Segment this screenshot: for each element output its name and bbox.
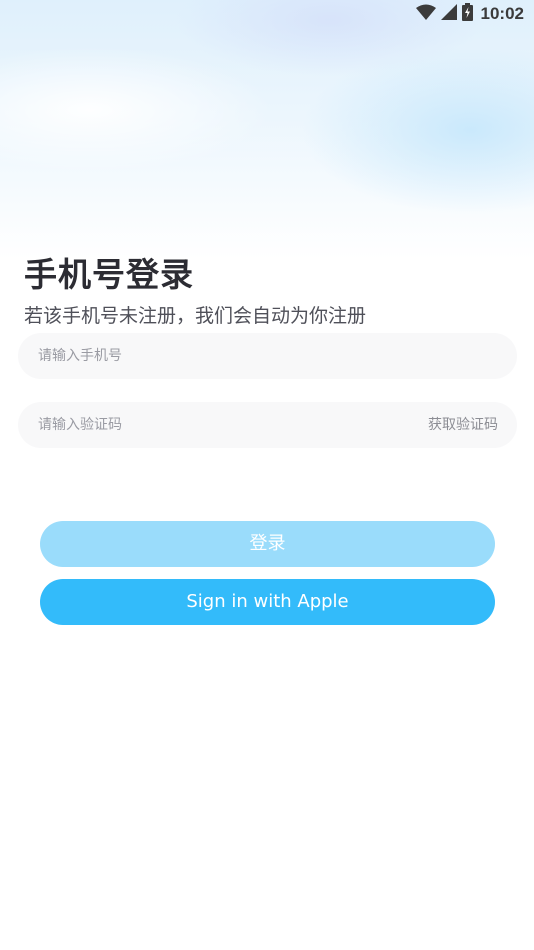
battery-charging-icon <box>461 3 473 25</box>
status-icons: 10:02 <box>415 3 524 25</box>
verification-code-input[interactable] <box>38 402 398 448</box>
signal-icon <box>440 4 457 24</box>
phone-input[interactable] <box>38 333 498 379</box>
page-subtitle: 若该手机号未注册，我们会自动为你注册 <box>24 305 367 327</box>
code-field-container: 获取验证码 <box>18 402 517 448</box>
page-title: 手机号登录 <box>24 255 194 294</box>
wifi-icon <box>415 4 436 24</box>
login-button[interactable]: 登录 <box>40 521 495 567</box>
header-background <box>0 0 534 260</box>
sign-in-with-apple-button[interactable]: Sign in with Apple <box>40 579 495 625</box>
get-code-button[interactable]: 获取验证码 <box>428 402 498 448</box>
status-time: 10:02 <box>480 4 524 23</box>
phone-field-container <box>18 333 517 379</box>
status-bar: 10:02 <box>0 0 534 28</box>
